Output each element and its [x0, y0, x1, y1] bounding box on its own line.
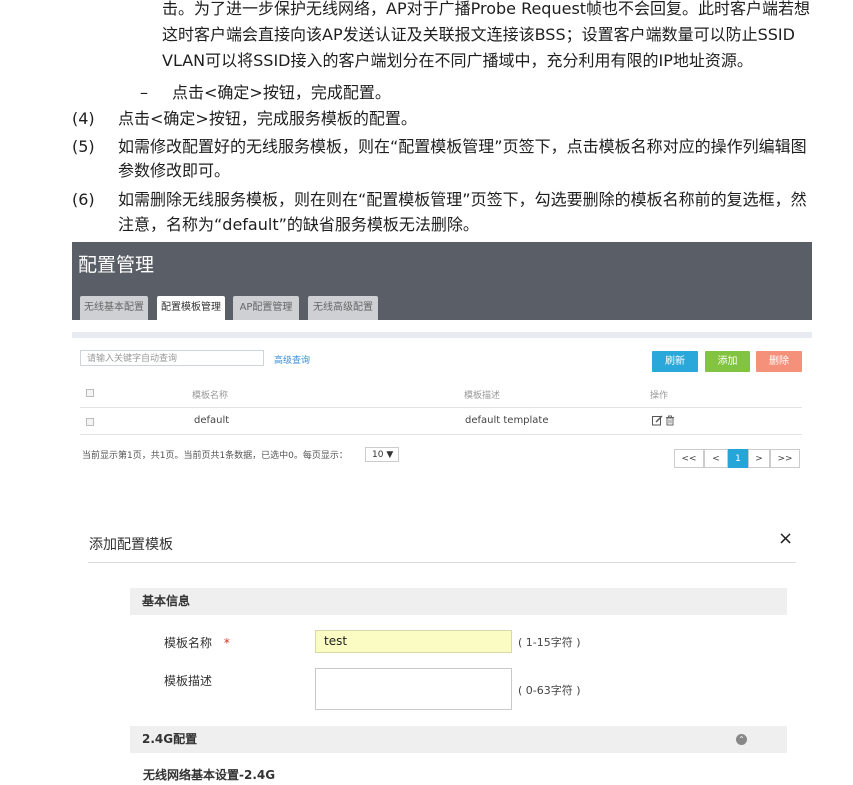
step-number: (6) — [72, 190, 95, 209]
last-page-button[interactable]: >> — [770, 449, 800, 468]
template-description-label: 模板描述 — [164, 674, 213, 688]
basic-info-section: 基本信息 — [130, 588, 787, 615]
close-icon[interactable]: × — [778, 528, 793, 549]
column-header-description: 模板描述 — [464, 391, 501, 401]
section-24g: 2.4G配置 — [130, 726, 787, 753]
template-name-hint: ( 1-15字符 ) — [518, 636, 581, 649]
table-header: 模板名称 模板描述 操作 — [80, 385, 802, 408]
template-name-cell: default — [194, 415, 230, 426]
step-number: (5) — [72, 137, 95, 156]
paragraph-line: 这时客户端会直接向该AP发送认证及关联报文连接该BSS；设置客户端数量可以防止S… — [162, 25, 795, 44]
column-header-actions: 操作 — [650, 391, 669, 401]
add-button[interactable]: 添加 — [705, 351, 750, 372]
refresh-button[interactable]: 刷新 — [652, 351, 698, 372]
tab-wireless-basic[interactable]: 无线基本配置 — [80, 296, 148, 320]
next-page-button[interactable]: > — [748, 449, 770, 468]
template-name-input[interactable]: test — [315, 630, 512, 653]
page-title: 配置管理 — [78, 254, 155, 276]
pagination-status: 当前显示第1页，共1页。当前页共1条数据，已选中0。每页显示： — [82, 451, 348, 461]
divider-strip — [72, 332, 812, 338]
page-header: 配置管理 无线基本配置 配置模板管理 AP配置管理 无线高级配置 — [72, 242, 812, 320]
dialog-divider — [88, 562, 796, 563]
prev-page-button[interactable]: < — [704, 449, 728, 468]
tab-wireless-advanced[interactable]: 无线高级配置 — [308, 296, 378, 320]
template-name-label: 模板名称 * — [164, 636, 230, 650]
edit-icon[interactable] — [652, 415, 663, 429]
dialog-title: 添加配置模板 — [89, 537, 173, 553]
dash-bullet: – — [140, 83, 148, 102]
step-text: 注意，名称为“default”的缺省服务模板无法删除。 — [118, 215, 479, 234]
add-template-dialog: 添加配置模板 × 基本信息 模板名称 * test ( 1-15字符 ) 模板描… — [88, 522, 798, 785]
page-size-select[interactable]: 10 ▼ — [365, 447, 399, 462]
trash-icon[interactable] — [665, 415, 675, 429]
step-number: (4) — [72, 109, 95, 128]
subsection-title: 无线网络基本设置-2.4G — [143, 768, 276, 782]
tab-template-management[interactable]: 配置模板管理 — [157, 296, 225, 320]
template-description-hint: ( 0-63字符 ) — [518, 684, 581, 697]
step-text: 如需修改配置好的无线服务模板，则在“配置模板管理”页签下，点击模板名称对应的操作… — [118, 137, 807, 156]
template-description-cell: default template — [465, 415, 549, 426]
delete-button[interactable]: 删除 — [756, 351, 802, 372]
config-management-screenshot: 配置管理 无线基本配置 配置模板管理 AP配置管理 无线高级配置 请输入关键字自… — [72, 242, 812, 472]
template-description-input[interactable] — [315, 668, 512, 710]
required-mark: * — [223, 636, 230, 650]
step-text: 点击<确定>按钮，完成服务模板的配置。 — [118, 109, 417, 128]
tab-ap-management[interactable]: AP配置管理 — [233, 296, 299, 320]
step-text: 如需删除无线服务模板，则在则在“配置模板管理”页签下，勾选要删除的模板名称前的复… — [118, 190, 807, 209]
dash-text: 点击<确定>按钮，完成配置。 — [172, 83, 391, 102]
first-page-button[interactable]: << — [674, 449, 704, 468]
column-header-name: 模板名称 — [192, 391, 229, 401]
select-all-checkbox[interactable] — [86, 389, 94, 397]
row-checkbox[interactable] — [86, 418, 94, 426]
page-1-button[interactable]: 1 — [728, 449, 748, 468]
paragraph-line: 击。为了进一步保护无线网络，AP对于广播Probe Request帧也不会回复。… — [162, 0, 811, 18]
advanced-search-link[interactable]: 高级查询 — [274, 353, 310, 366]
step-text: 参数修改即可。 — [118, 161, 231, 180]
collapse-icon[interactable]: ⌃ — [736, 734, 747, 745]
paragraph-line: VLAN可以将SSID接入的客户端划分在不同广播域中，充分利用有限的IP地址资源… — [162, 51, 753, 70]
search-input[interactable]: 请输入关键字自动查询 — [80, 350, 264, 366]
table-row: default default template — [80, 408, 802, 435]
